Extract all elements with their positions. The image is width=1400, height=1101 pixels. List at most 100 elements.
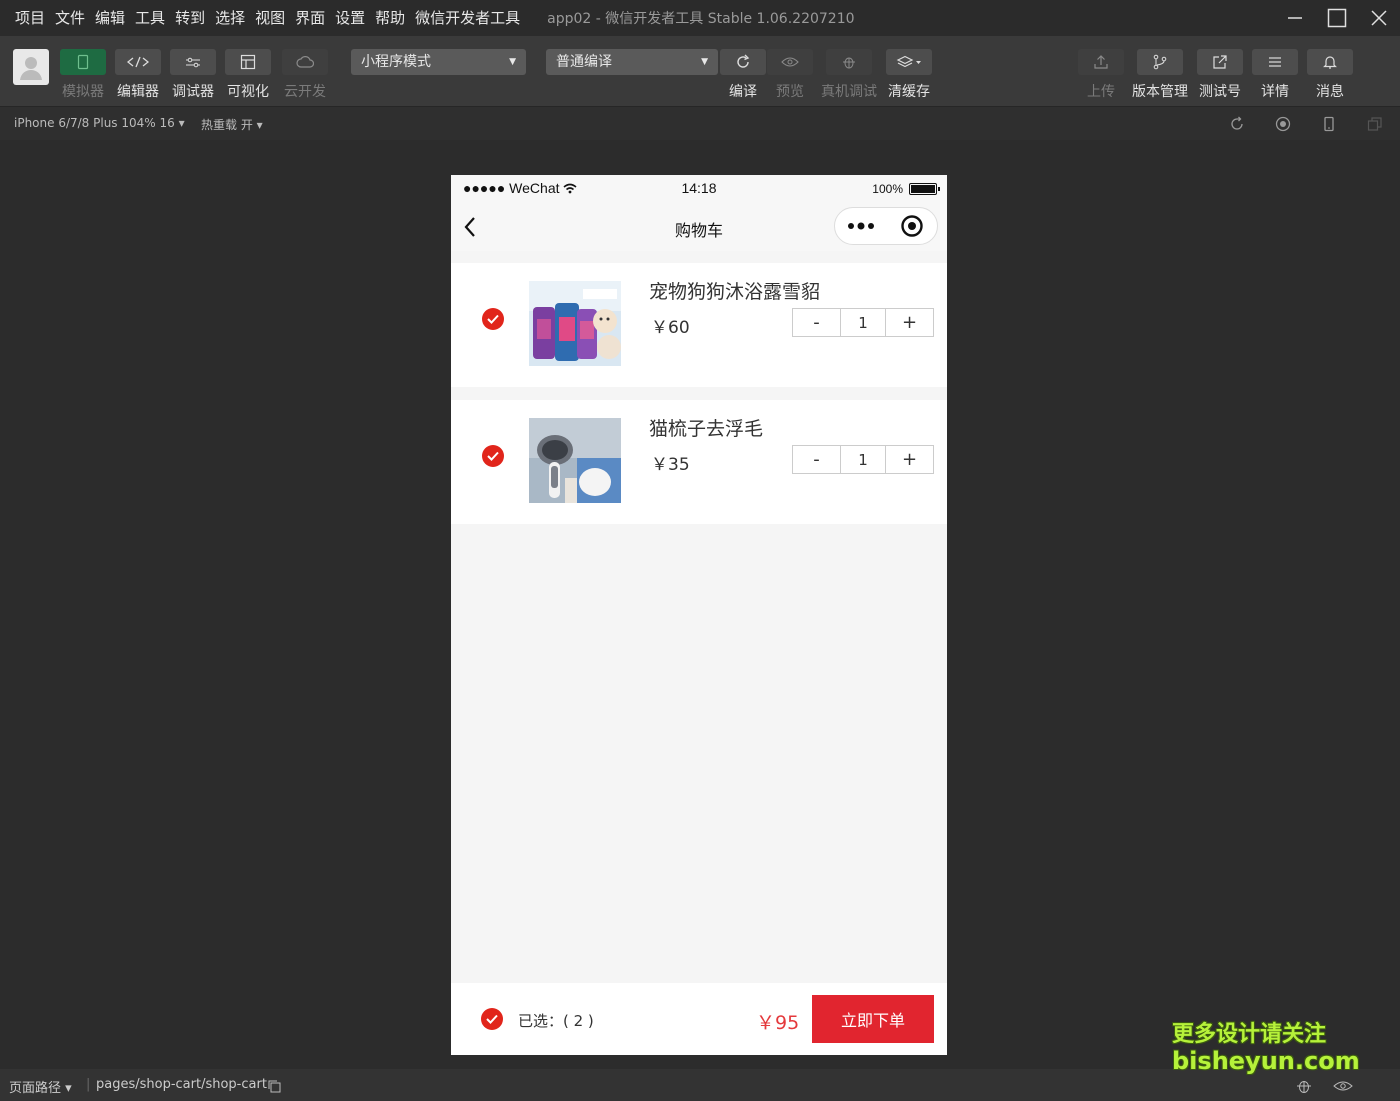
clear-cache-label: 清缓存	[888, 84, 930, 100]
watermark: 更多设计请关注 bisheyun.com	[1172, 1022, 1360, 1074]
cloud-icon	[296, 56, 314, 68]
menu-items: 项目 文件 编辑 工具 转到 选择 视图 界面 设置 帮助 微信开发者工具	[0, 0, 525, 36]
window-title: app02 - 微信开发者工具 Stable 1.06.2207210	[547, 11, 855, 27]
more-button[interactable]	[835, 208, 886, 244]
menu-help[interactable]: 帮助	[370, 0, 410, 36]
code-icon	[127, 56, 149, 68]
increase-button[interactable]: +	[886, 446, 933, 473]
preview-tool[interactable]: 预览	[767, 49, 813, 101]
product-price: ￥60	[651, 318, 690, 338]
bug-icon[interactable]	[1295, 1077, 1313, 1095]
upload-tool[interactable]: 上传	[1078, 49, 1124, 101]
remote-debug-tool[interactable]: 真机调试	[821, 49, 877, 101]
toolbar: 模拟器 编辑器 调试器 可视化 云开发 小程序模式 ▼ 普通编译 ▼ 编译 预览…	[0, 36, 1400, 106]
messages-label: 消息	[1316, 84, 1344, 100]
phone-icon	[77, 54, 89, 70]
battery-percent: 100%	[872, 182, 903, 196]
avatar[interactable]	[13, 49, 49, 85]
test-account-tool[interactable]: 测试号	[1197, 49, 1243, 101]
menu-interface[interactable]: 界面	[290, 0, 330, 36]
separator: |	[86, 1077, 91, 1092]
mode-select[interactable]: 小程序模式 ▼	[351, 49, 526, 75]
close-miniprogram-button[interactable]	[886, 208, 937, 244]
cart-footer: 已选：( 2 ) ￥95 立即下单	[451, 983, 947, 1055]
bug-icon	[843, 57, 855, 69]
phone-nav-bar: 购物车	[451, 203, 947, 251]
rotate-icon[interactable]	[1229, 116, 1245, 132]
menu-project[interactable]: 项目	[10, 0, 50, 36]
menu-edit[interactable]: 编辑	[90, 0, 130, 36]
messages-tool[interactable]: 消息	[1307, 49, 1353, 101]
check-icon	[487, 451, 499, 461]
quantity-value[interactable]: 1	[840, 446, 886, 473]
visual-label: 可视化	[227, 84, 269, 100]
sliders-icon	[186, 57, 200, 68]
detach-window-icon[interactable]	[1367, 116, 1383, 132]
page-path-dropdown[interactable]: 页面路径 ▾	[9, 1077, 72, 1096]
simulator-tool[interactable]: 模拟器	[60, 49, 106, 101]
preview-label: 预览	[776, 84, 804, 100]
details-label: 详情	[1261, 84, 1289, 100]
window-controls	[1274, 0, 1400, 36]
hot-reload-select[interactable]: 热重载 开 ▾	[201, 116, 263, 133]
upload-label: 上传	[1087, 84, 1115, 100]
product-image-cat-comb[interactable]	[529, 418, 621, 503]
eye-icon[interactable]	[1333, 1080, 1353, 1092]
cloud-label: 云开发	[284, 84, 326, 100]
device-select[interactable]: iPhone 6/7/8 Plus 104% 16 ▾	[14, 116, 185, 130]
remote-debug-label: 真机调试	[821, 84, 877, 100]
maximize-icon	[1327, 8, 1347, 28]
layers-icon	[896, 55, 921, 68]
close-icon	[1371, 10, 1387, 26]
bell-icon	[1323, 56, 1337, 69]
editor-tool[interactable]: 编辑器	[115, 49, 161, 101]
select-all-checkbox[interactable]	[481, 1008, 503, 1030]
details-tool[interactable]: 详情	[1252, 49, 1298, 101]
item-checkbox[interactable]	[482, 445, 504, 467]
compile-mode-select[interactable]: 普通编译 ▼	[546, 49, 718, 75]
refresh-icon	[737, 54, 750, 68]
device-icon[interactable]	[1321, 116, 1337, 132]
menu-bar: 项目 文件 编辑 工具 转到 选择 视图 界面 设置 帮助 微信开发者工具 ap…	[0, 0, 1400, 36]
increase-button[interactable]: +	[886, 309, 933, 336]
layout-icon	[240, 54, 256, 70]
debugger-tool[interactable]: 调试器	[170, 49, 216, 101]
product-name: 宠物狗狗沐浴露雪貂	[649, 281, 821, 303]
menu-wechat-devtools[interactable]: 微信开发者工具	[410, 0, 525, 36]
menu-select[interactable]: 选择	[210, 0, 250, 36]
decrease-button[interactable]: -	[793, 309, 840, 336]
battery-icon	[909, 183, 940, 195]
menu-goto[interactable]: 转到	[170, 0, 210, 36]
menu-tools[interactable]: 工具	[130, 0, 170, 36]
version-label: 版本管理	[1132, 84, 1188, 100]
menu-view[interactable]: 视图	[250, 0, 290, 36]
editor-label: 编辑器	[117, 84, 159, 100]
test-account-label: 测试号	[1199, 84, 1241, 100]
clear-cache-tool[interactable]: 清缓存	[886, 49, 932, 101]
quantity-stepper: - 1 +	[792, 308, 934, 337]
version-tool[interactable]: 版本管理	[1132, 49, 1188, 101]
menu-file[interactable]: 文件	[50, 0, 90, 36]
debugger-label: 调试器	[172, 84, 214, 100]
place-order-button[interactable]: 立即下单	[812, 995, 934, 1043]
copy-icon[interactable]	[267, 1079, 281, 1093]
item-checkbox[interactable]	[482, 308, 504, 330]
record-icon[interactable]	[1275, 116, 1291, 132]
mode-select-value: 小程序模式	[361, 54, 431, 70]
compile-mode-value: 普通编译	[556, 54, 612, 70]
maximize-button[interactable]	[1316, 0, 1358, 36]
target-icon	[900, 215, 923, 237]
menu-settings[interactable]: 设置	[330, 0, 370, 36]
minimize-button[interactable]	[1274, 0, 1316, 36]
cloud-tool[interactable]: 云开发	[282, 49, 328, 101]
menu-icon	[1269, 57, 1281, 67]
minimize-icon	[1288, 17, 1302, 19]
close-window-button[interactable]	[1358, 0, 1400, 36]
visual-tool[interactable]: 可视化	[225, 49, 271, 101]
product-image-shampoo[interactable]	[529, 281, 621, 366]
decrease-button[interactable]: -	[793, 446, 840, 473]
total-price: ￥95	[756, 1012, 800, 1034]
battery-status: 100%	[872, 182, 940, 196]
quantity-value[interactable]: 1	[840, 309, 886, 336]
upload-icon	[1094, 55, 1108, 69]
